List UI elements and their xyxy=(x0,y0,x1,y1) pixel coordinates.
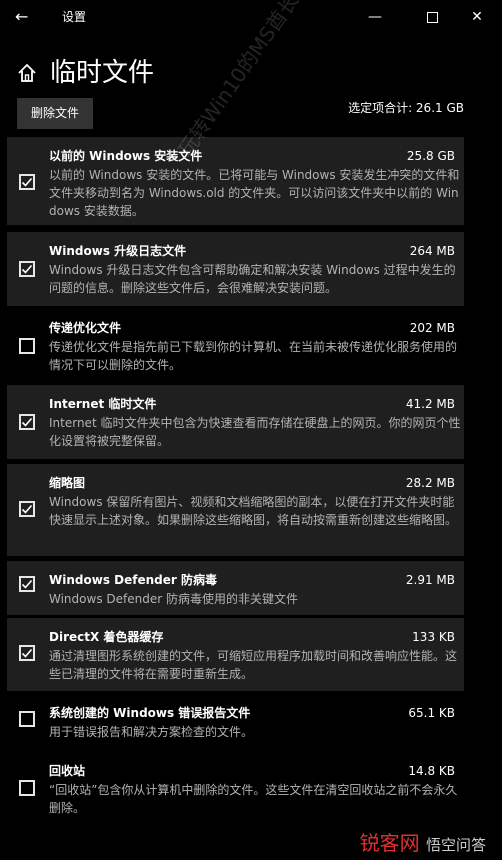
item-size: 202 MB xyxy=(409,321,455,335)
item-description: 传递优化文件是指先前已下载到你的计算机、在当前未被传递优化服务使用的情况下可以删… xyxy=(49,340,458,372)
item-description: “回收站”包含你从计算机中删除的文件。这些文件在清空回收站之前不会永久删除。 xyxy=(49,783,458,815)
minimize-icon[interactable]: — xyxy=(360,4,390,30)
list-item[interactable]: 回收站 14.8 KB “回收站”包含你从计算机中删除的文件。这些文件在清空回收… xyxy=(7,752,464,824)
checkbox[interactable] xyxy=(19,711,35,727)
checkmark-icon xyxy=(21,579,33,589)
window-title: 设置 xyxy=(62,10,87,24)
item-description: Internet 临时文件夹中包含为快速查看而存储在硬盘上的网页。你的网页个性化… xyxy=(49,416,461,448)
item-description: 以前的 Windows 安装的文件。已将可能与 Windows 安装发生冲突的文… xyxy=(49,168,460,218)
item-name: 以前的 Windows 安装文件 xyxy=(49,149,203,163)
item-size: 2.91 MB xyxy=(405,573,455,587)
item-description: 用于错误报告和解决方案检查的文件。 xyxy=(49,725,254,739)
list-item[interactable]: Windows Defender 防病毒 2.91 MB Windows Def… xyxy=(7,561,464,615)
checkbox[interactable] xyxy=(19,261,35,277)
item-size: 14.8 KB xyxy=(408,764,455,778)
item-description: 通过清理图形系统创建的文件，可缩短应用程序加载时间和改善响应性能。这些已清理的文… xyxy=(49,649,458,681)
checkmark-icon xyxy=(21,504,33,514)
checkbox[interactable] xyxy=(19,174,35,190)
item-name: 传递优化文件 xyxy=(49,321,122,335)
item-size: 264 MB xyxy=(409,244,455,258)
checkbox[interactable] xyxy=(19,501,35,517)
list-item[interactable]: Internet 临时文件 41.2 MB Internet 临时文件夹中包含为… xyxy=(7,385,464,459)
item-size: 28.2 MB xyxy=(405,476,455,490)
item-description: Windows 保留所有图片、视频和文档缩略图的副本，以便在打开文件夹时能快速显… xyxy=(49,495,458,527)
footer-brand-sub: 悟空问答 xyxy=(425,836,486,854)
item-size: 65.1 KB xyxy=(408,706,455,720)
close-icon[interactable]: ✕ xyxy=(462,4,492,30)
item-name: 回收站 xyxy=(49,764,86,778)
list-item[interactable]: 系统创建的 Windows 错误报告文件 65.1 KB 用于错误报告和解决方案… xyxy=(7,694,464,750)
item-description: Windows Defender 防病毒使用的非关键文件 xyxy=(49,592,298,606)
checkmark-icon xyxy=(21,648,33,658)
item-name: 缩略图 xyxy=(49,476,86,490)
checkbox[interactable] xyxy=(19,338,35,354)
list-item[interactable]: 传递优化文件 202 MB 传递优化文件是指先前已下载到你的计算机、在当前未被传… xyxy=(7,309,464,383)
home-icon[interactable] xyxy=(16,62,38,84)
item-name: Windows Defender 防病毒 xyxy=(49,573,217,587)
item-size: 41.2 MB xyxy=(405,397,455,411)
title-bar: ← 设置 — ✕ xyxy=(0,0,502,34)
checkbox[interactable] xyxy=(19,645,35,661)
list-item[interactable]: DirectX 着色器缓存 133 KB 通过清理图形系统创建的文件，可缩短应用… xyxy=(7,618,464,691)
delete-files-button[interactable]: 删除文件 xyxy=(17,98,93,129)
page-title: 临时文件 xyxy=(50,58,155,88)
checkmark-icon xyxy=(21,177,33,187)
item-name: 系统创建的 Windows 错误报告文件 xyxy=(49,706,251,720)
item-description: Windows 升级日志文件包含可帮助确定和解决安装 Windows 过程中发生… xyxy=(49,263,456,295)
checkbox[interactable] xyxy=(19,414,35,430)
maximize-icon[interactable] xyxy=(417,4,447,30)
footer-brand: 锐客网 悟空问答 xyxy=(360,830,486,858)
checkmark-icon xyxy=(21,417,33,427)
arrow-left-icon[interactable]: ← xyxy=(15,8,35,26)
item-name: Windows 升级日志文件 xyxy=(49,244,187,258)
item-size: 25.8 GB xyxy=(406,149,455,163)
list-item[interactable]: Windows 升级日志文件 264 MB Windows 升级日志文件包含可帮… xyxy=(7,232,464,306)
checkmark-icon xyxy=(21,264,33,274)
item-size: 133 KB xyxy=(412,630,455,644)
list-item[interactable]: 以前的 Windows 安装文件 25.8 GB 以前的 Windows 安装的… xyxy=(7,137,464,225)
selected-total-label: 选定项合计: 26.1 GB xyxy=(348,101,464,115)
footer-brand-name: 锐客网 xyxy=(359,831,420,855)
checkbox[interactable] xyxy=(19,780,35,796)
item-name: DirectX 着色器缓存 xyxy=(49,630,164,644)
list-item[interactable]: 缩略图 28.2 MB Windows 保留所有图片、视频和文档缩略图的副本，以… xyxy=(7,464,464,556)
item-name: Internet 临时文件 xyxy=(49,397,157,411)
checkbox[interactable] xyxy=(19,576,35,592)
